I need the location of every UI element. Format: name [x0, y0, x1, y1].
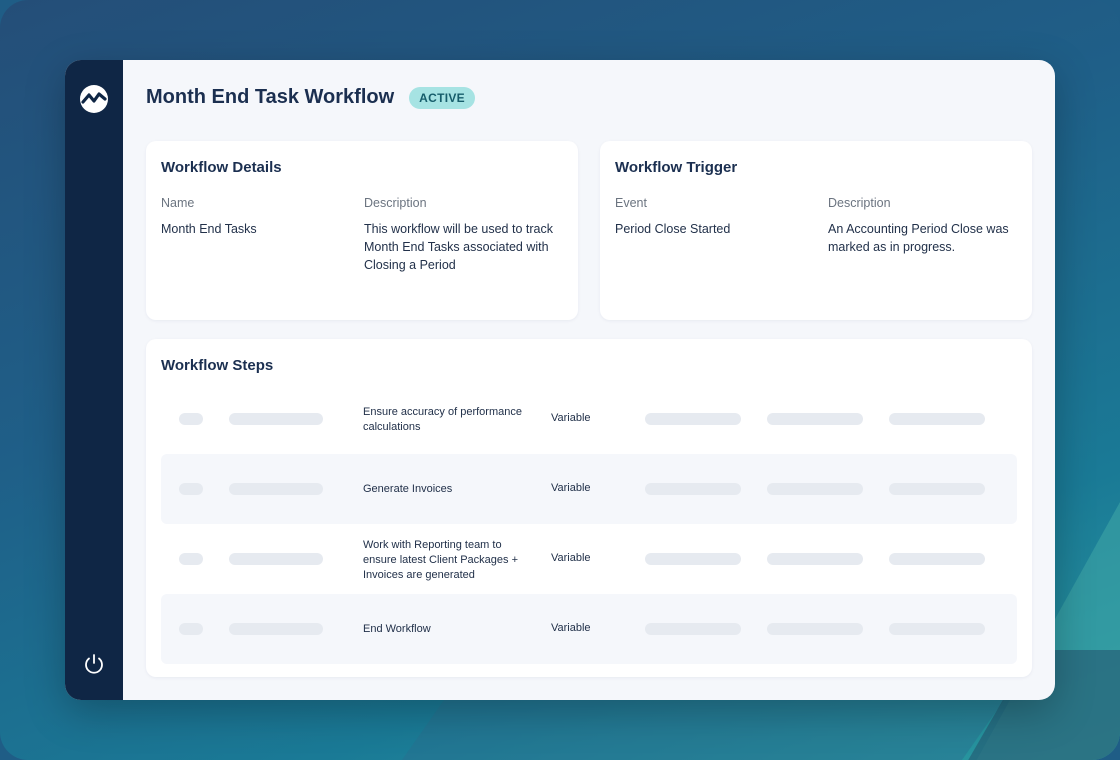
- details-description-column: Description This workflow will be used t…: [364, 196, 562, 274]
- card-title: Workflow Trigger: [615, 159, 738, 176]
- page-title: Month End Task Workflow: [146, 86, 395, 108]
- step-type: Variable: [551, 552, 591, 564]
- placeholder-bar: [179, 623, 203, 635]
- step-type: Variable: [551, 482, 591, 494]
- status-badge: ACTIVE: [409, 86, 475, 109]
- placeholder-bar: [229, 483, 323, 495]
- placeholder-bar: [645, 623, 741, 635]
- placeholder-bar: [889, 413, 985, 425]
- details-name-column: Name Month End Tasks: [161, 196, 341, 238]
- placeholder-bar: [889, 623, 985, 635]
- placeholder-bar: [889, 553, 985, 565]
- step-type: Variable: [551, 622, 591, 634]
- placeholder-bar: [645, 553, 741, 565]
- step-name: Work with Reporting team to ensure lates…: [363, 539, 519, 581]
- placeholder-bar: [767, 413, 863, 425]
- placeholder-bar: [767, 623, 863, 635]
- field-label: Description: [364, 196, 427, 210]
- field-label: Description: [828, 196, 891, 210]
- trigger-description-column: Description An Accounting Period Close w…: [828, 196, 1018, 256]
- workflow-steps-card: Workflow Steps Ensure accuracy of perfor…: [146, 339, 1032, 677]
- placeholder-bar: [645, 413, 741, 425]
- placeholder-bar: [767, 553, 863, 565]
- placeholder-bar: [229, 623, 323, 635]
- placeholder-bar: [645, 483, 741, 495]
- card-title: Workflow Steps: [161, 357, 274, 374]
- placeholder-bar: [179, 413, 203, 425]
- trigger-event-column: Event Period Close Started: [615, 196, 795, 238]
- workflow-details-card: Workflow Details Name Month End Tasks De…: [146, 141, 578, 320]
- field-label: Name: [161, 196, 195, 210]
- table-row[interactable]: End Workflow Variable: [161, 594, 1017, 664]
- table-row[interactable]: Work with Reporting team to ensure lates…: [161, 524, 1017, 594]
- placeholder-bar: [179, 483, 203, 495]
- field-value: Month End Tasks: [161, 222, 257, 236]
- placeholder-bar: [179, 553, 203, 565]
- brand-logo-icon[interactable]: [79, 84, 109, 114]
- workflow-trigger-card: Workflow Trigger Event Period Close Star…: [600, 141, 1032, 320]
- placeholder-bar: [229, 413, 323, 425]
- field-label: Event: [615, 196, 647, 210]
- field-value: This workflow will be used to track Mont…: [364, 222, 553, 272]
- app-window: Month End Task Workflow ACTIVE Workflow …: [65, 60, 1055, 700]
- table-row[interactable]: Ensure accuracy of performance calculati…: [161, 384, 1017, 454]
- main-content: Month End Task Workflow ACTIVE Workflow …: [123, 60, 1055, 700]
- card-title: Workflow Details: [161, 159, 282, 176]
- table-row[interactable]: Generate Invoices Variable: [161, 454, 1017, 524]
- step-type: Variable: [551, 412, 591, 424]
- power-icon[interactable]: [83, 653, 105, 675]
- step-name: Ensure accuracy of performance calculati…: [363, 406, 522, 433]
- placeholder-bar: [767, 483, 863, 495]
- field-value: An Accounting Period Close was marked as…: [828, 222, 1009, 254]
- page-header: Month End Task Workflow ACTIVE: [146, 86, 475, 109]
- sidebar: [65, 60, 123, 700]
- placeholder-bar: [889, 483, 985, 495]
- step-name: End Workflow: [363, 623, 431, 635]
- step-name: Generate Invoices: [363, 483, 453, 495]
- field-value: Period Close Started: [615, 222, 731, 236]
- placeholder-bar: [229, 553, 323, 565]
